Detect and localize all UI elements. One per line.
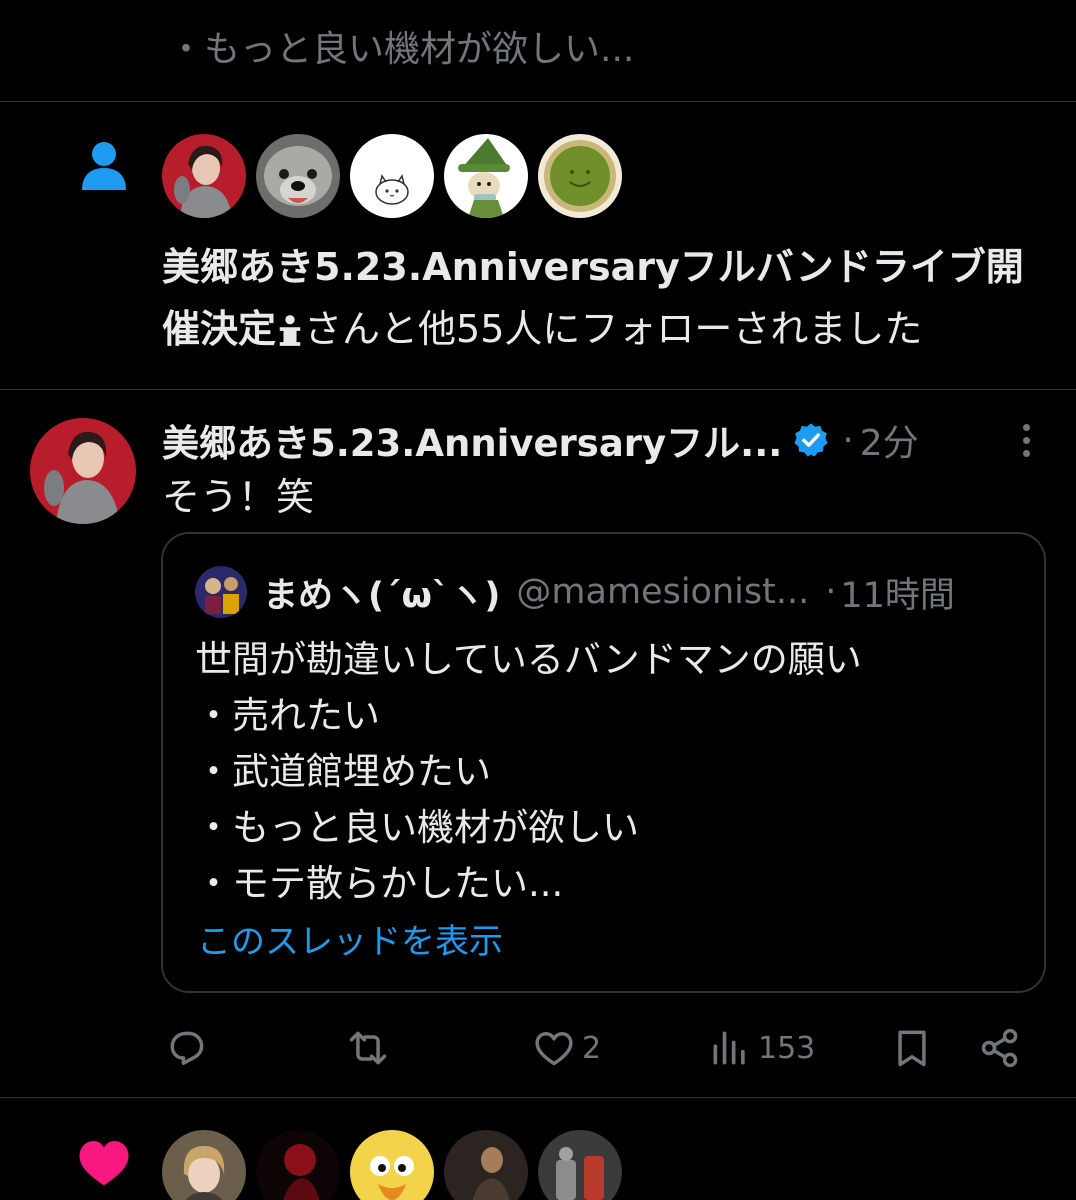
truncated-tweet-text: ・もっと良い機材が欲しい... [168, 29, 635, 70]
tweet-header: 美郷あき5.23.Anniversaryフル... · 2分 [162, 412, 919, 468]
heart-icon [535, 1031, 573, 1066]
liker-avatars [162, 1130, 622, 1200]
follower-avatar[interactable] [444, 134, 528, 218]
follow-notification-suffix: さんと他55人にフォローされました [304, 307, 923, 351]
liker-avatar[interactable] [162, 1130, 246, 1200]
quoted-tweet-card[interactable]: まめヽ(´ω`ヽ) @mamesionist... · 11時間 世間が勘違いし… [161, 532, 1046, 993]
divider [0, 101, 1076, 102]
separator-dot: · [825, 572, 837, 612]
quoted-line: ・売れたい [195, 694, 380, 737]
reply-button[interactable] [164, 1018, 208, 1078]
share-icon [981, 1028, 1018, 1068]
quoted-author-name[interactable]: まめヽ(´ω`ヽ) [263, 567, 500, 618]
quoted-author-avatar[interactable] [195, 566, 247, 618]
retweet-icon [349, 1031, 387, 1065]
follower-avatar[interactable] [350, 134, 434, 218]
follower-avatars [162, 134, 622, 218]
person-icon [82, 142, 126, 190]
quoted-tweet-text: 世間が勘違いしているバンドマンの願い ・売れたい ・武道館埋めたい ・もっと良い… [195, 632, 862, 912]
separator-dot: · [842, 419, 854, 461]
views-button[interactable]: 153 [708, 1018, 815, 1078]
verified-badge-icon [794, 423, 828, 457]
crown-icon [279, 315, 301, 346]
quoted-line: 世間が勘違いしているバンドマンの願い [195, 638, 862, 681]
follower-avatar[interactable] [162, 134, 246, 218]
liker-avatar[interactable] [538, 1130, 622, 1200]
quoted-author-handle[interactable]: @mamesionist... [516, 572, 809, 612]
views-icon [713, 1031, 745, 1065]
liker-avatar[interactable] [444, 1130, 528, 1200]
tweet-text: そう！笑 [162, 475, 315, 519]
follower-avatar[interactable] [256, 134, 340, 218]
more-options-icon[interactable] [1012, 420, 1040, 460]
liker-avatar[interactable] [350, 1130, 434, 1200]
like-button[interactable]: 2 [532, 1018, 601, 1078]
follow-notification-text[interactable]: 美郷あき5.23.Anniversaryフルバンドライブ開催決定 さんと他55人に… [162, 236, 1052, 360]
views-count: 153 [758, 1030, 816, 1066]
quoted-line: ・もっと良い機材が欲しい [195, 806, 639, 849]
avatar[interactable] [30, 418, 136, 524]
divider [0, 389, 1076, 390]
quoted-tweet-timestamp[interactable]: 11時間 [840, 567, 955, 618]
heart-icon [79, 1141, 129, 1186]
like-count: 2 [582, 1030, 602, 1066]
share-button[interactable] [978, 1018, 1022, 1078]
show-thread-link[interactable]: このスレッドを表示 [197, 914, 503, 963]
bookmark-button[interactable] [890, 1018, 934, 1078]
follower-avatar[interactable] [538, 134, 622, 218]
quoted-line: ・モテ散らかしたい... [195, 862, 564, 905]
tweet-action-bar: 2 153 [162, 1018, 1042, 1078]
divider [0, 1097, 1076, 1098]
quoted-line: ・武道館埋めたい [195, 750, 491, 793]
quoted-tweet-header: まめヽ(´ω`ヽ) @mamesionist... · 11時間 [263, 564, 955, 620]
tweet-timestamp[interactable]: 2分 [860, 414, 919, 466]
reply-icon [170, 1031, 204, 1065]
tweet-author-name[interactable]: 美郷あき5.23.Anniversaryフル... [162, 413, 782, 467]
liker-avatar[interactable] [256, 1130, 340, 1200]
retweet-button[interactable] [346, 1018, 390, 1078]
bookmark-icon [898, 1030, 926, 1067]
